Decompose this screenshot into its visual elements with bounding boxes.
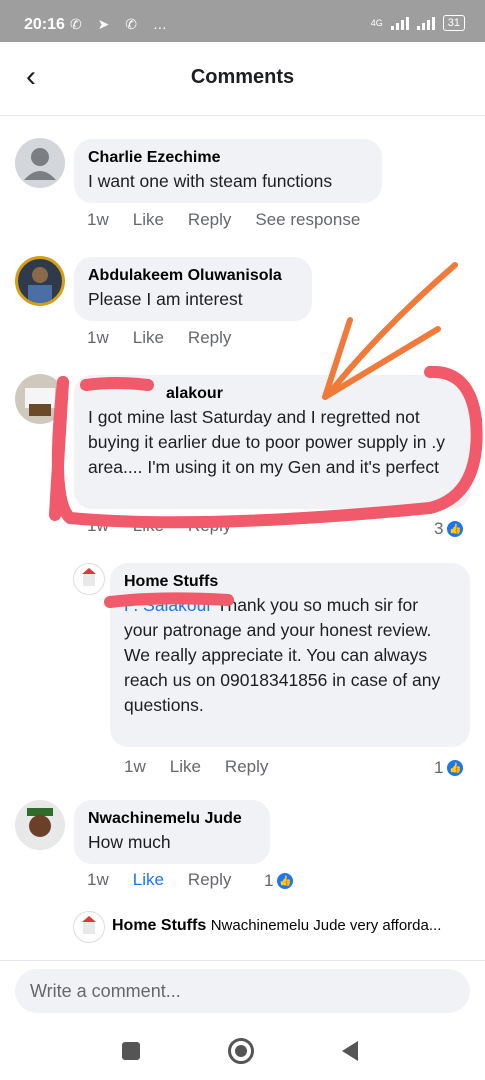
status-right: 4G 31 (371, 15, 465, 31)
like-button[interactable]: Like (133, 516, 164, 536)
page-title: Comments (190, 66, 295, 88)
avatar[interactable] (15, 256, 65, 306)
comment-text: I got mine last Saturday and I regretted… (88, 407, 446, 477)
comment-text: I want one with steam functions (88, 171, 333, 191)
comment-author[interactable]: Charlie Ezechime (88, 147, 368, 169)
status-bar: 20:16 ✆ ➤ ✆ … 4G 31 (0, 0, 485, 42)
like-button[interactable]: Like (133, 328, 164, 348)
reply-button[interactable]: Reply (225, 757, 268, 777)
comment-author[interactable]: Nwachinemelu Jude (88, 808, 256, 830)
reaction-count[interactable]: 1 👍 (264, 871, 295, 891)
comment-actions: 1w Like Reply (124, 757, 268, 777)
reaction-count[interactable]: 1 👍 (434, 758, 465, 778)
comment-actions: 1w Like Reply See response (87, 210, 360, 230)
comment-actions: 1w Like Reply (87, 516, 231, 536)
reply-preview-text: Nwachinemelu Jude very afforda... (210, 917, 442, 934)
signal-icon (390, 16, 409, 30)
like-button[interactable]: Like (133, 870, 164, 890)
comment-time: 1w (87, 870, 109, 889)
avatar[interactable] (73, 911, 105, 943)
thumbs-up-icon: 👍 (446, 520, 465, 538)
battery-icon: 31 (442, 15, 465, 31)
back-icon[interactable] (342, 1041, 358, 1061)
network-label: 4G (370, 18, 383, 28)
thumbs-up-icon: 👍 (446, 759, 465, 777)
like-button[interactable]: Like (133, 210, 164, 230)
avatar[interactable] (15, 800, 65, 850)
comment-text: Please I am interest (88, 289, 243, 309)
comment-bubble: Charlie Ezechime I want one with steam f… (74, 139, 382, 203)
system-nav-bar (0, 1020, 485, 1080)
notification-icons: ✆ ➤ ✆ … (70, 16, 173, 32)
reply-preview-author: Home Stuffs (112, 917, 207, 934)
comment-bubble: Abdulakeem Oluwanisola Please I am inter… (74, 257, 312, 321)
comment-author[interactable]: Home Stuffs (124, 571, 456, 593)
reply-button[interactable]: Reply (188, 210, 231, 230)
see-response-button[interactable]: See response (255, 210, 360, 230)
status-time: 20:16 (24, 16, 65, 33)
reply-button[interactable]: Reply (188, 516, 231, 536)
comment-time: 1w (87, 516, 109, 535)
comment-text: P. Salakour Thank you so much sir for yo… (124, 593, 456, 718)
comment-bubble: alakour I got mine last Saturday and I r… (74, 375, 470, 509)
avatar[interactable] (73, 563, 105, 595)
comment-time: 1w (87, 210, 109, 229)
thumbs-up-icon: 👍 (276, 872, 295, 890)
reply-button[interactable]: Reply (188, 328, 231, 348)
comment-author[interactable]: Abdulakeem Oluwanisola (88, 265, 298, 287)
reaction-number: 1 (434, 758, 444, 777)
signal-2-icon (416, 16, 435, 30)
comment-input[interactable]: Write a comment... (15, 969, 470, 1013)
mention-link[interactable]: P. Salakour (124, 595, 212, 615)
comment-time: 1w (87, 328, 109, 347)
reply-bubble: Home Stuffs P. Salakour Thank you so muc… (110, 563, 470, 747)
home-icon[interactable] (228, 1038, 254, 1064)
comment-text: How much (88, 832, 171, 852)
header: ‹ Comments (0, 42, 485, 116)
comment-actions: 1w Like Reply (87, 870, 231, 890)
comment-bubble: Nwachinemelu Jude How much (74, 800, 270, 864)
reaction-count[interactable]: 3 👍 (434, 519, 465, 539)
comment-actions: 1w Like Reply (87, 328, 231, 348)
composer: Write a comment... (0, 960, 485, 1020)
comment-time: 1w (124, 757, 146, 776)
reaction-number: 1 (264, 871, 274, 890)
reply-button[interactable]: Reply (188, 870, 231, 890)
avatar[interactable] (15, 138, 65, 188)
reply-preview[interactable]: Home Stuffs Nwachinemelu Jude very affor… (112, 915, 472, 937)
comment-author[interactable]: alakour (88, 383, 456, 405)
recent-apps-icon[interactable] (122, 1042, 140, 1060)
reaction-number: 3 (434, 519, 444, 538)
like-button[interactable]: Like (170, 757, 201, 777)
avatar[interactable] (15, 374, 65, 424)
